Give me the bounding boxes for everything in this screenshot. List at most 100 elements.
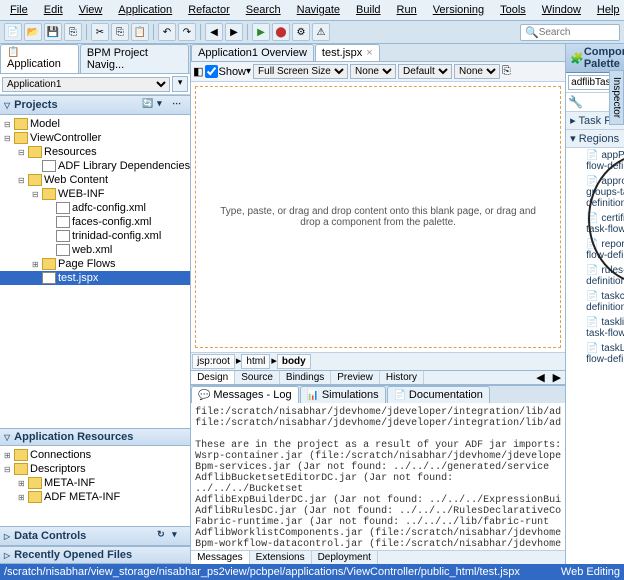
agent-select[interactable]: None xyxy=(454,64,500,79)
tab-bindings[interactable]: Bindings xyxy=(280,371,331,384)
application-selector[interactable]: Application1 xyxy=(2,77,170,92)
tab-bpm-navigator[interactable]: BPM Project Navig... xyxy=(80,44,189,73)
paste-button[interactable]: 📋 xyxy=(131,23,149,41)
menu-edit[interactable]: Edit xyxy=(38,2,69,18)
forward-button[interactable]: ▶ xyxy=(225,23,243,41)
debug-button[interactable]: ⬤ xyxy=(272,23,290,41)
palette-item[interactable]: 📄 appPrefs-task-flow-definition xyxy=(566,148,624,174)
copy-button[interactable]: ⎘ xyxy=(111,23,129,41)
tree-node[interactable]: ⊟Model xyxy=(0,117,190,131)
size-select[interactable]: Full Screen Size xyxy=(253,64,348,79)
app-resources-tree[interactable]: ⊞Connections⊟Descriptors⊞META-INF⊞ADF ME… xyxy=(0,446,190,526)
run-button[interactable]: ▶ xyxy=(252,23,270,41)
menu-window[interactable]: Window xyxy=(536,2,587,18)
logtab-extensions[interactable]: Extensions xyxy=(250,551,312,564)
tree-node[interactable]: ⊟ViewController xyxy=(0,131,190,145)
scroll-right-icon[interactable]: ▶ xyxy=(549,371,565,384)
toggle-button[interactable]: ◧ xyxy=(193,65,203,78)
menu-tools[interactable]: Tools xyxy=(494,2,532,18)
search-input[interactable] xyxy=(539,27,609,38)
tab-messages-log[interactable]: 💬 Messages - Log xyxy=(191,386,299,403)
app-menu-button[interactable]: ▾ xyxy=(172,76,188,92)
options-icon[interactable]: ⋯ xyxy=(172,98,186,112)
menu-application[interactable]: Application xyxy=(112,2,178,18)
scroll-left-icon[interactable]: ◀ xyxy=(532,371,548,384)
redo-button[interactable]: ↷ xyxy=(178,23,196,41)
tab-source[interactable]: Source xyxy=(235,371,280,384)
tree-node[interactable]: trinidad-config.xml xyxy=(0,229,190,243)
tree-node[interactable]: ⊟Descriptors xyxy=(0,462,190,476)
palette-item[interactable]: 📄 taskList-task-flow-definition xyxy=(566,341,624,367)
palette-item[interactable]: 📄 approval-groups-task-flow-definition xyxy=(566,174,624,211)
save-button[interactable]: 💾 xyxy=(44,23,62,41)
logtab-messages[interactable]: Messages xyxy=(191,551,250,564)
logtab-deployment[interactable]: Deployment xyxy=(312,551,378,564)
close-icon[interactable]: × xyxy=(366,47,372,59)
save-all-button[interactable]: ⎘ xyxy=(64,23,82,41)
menu-help[interactable]: Help xyxy=(591,2,624,18)
show-checkbox[interactable]: Show▾ xyxy=(205,65,251,78)
tab-history[interactable]: History xyxy=(380,371,424,384)
locale-select[interactable]: None xyxy=(350,64,396,79)
projects-tree[interactable]: ⊟Model⊟ViewController⊟ResourcesADF Libra… xyxy=(0,115,190,428)
menu-file[interactable]: File xyxy=(4,2,34,18)
tree-node[interactable]: faces-config.xml xyxy=(0,215,190,229)
section-regions[interactable]: ▾ Regions xyxy=(566,130,624,148)
refresh-icon[interactable]: ↻ xyxy=(157,529,171,543)
tree-node[interactable]: ⊟Resources xyxy=(0,145,190,159)
refresh-icon[interactable]: 🔄 xyxy=(142,98,156,112)
open-button[interactable]: 📂 xyxy=(24,23,42,41)
crumb-body[interactable]: body xyxy=(277,354,311,369)
crumb-jsproot[interactable]: jsp:root xyxy=(192,354,235,369)
undo-button[interactable]: ↶ xyxy=(158,23,176,41)
menu-build[interactable]: Build xyxy=(350,2,386,18)
menu-navigate[interactable]: Navigate xyxy=(291,2,346,18)
new-button[interactable]: 📄 xyxy=(4,23,22,41)
tab-test-jspx[interactable]: test.jspx× xyxy=(315,44,380,61)
tree-node[interactable]: ⊟WEB-INF xyxy=(0,187,190,201)
tab-application[interactable]: 📋 Application xyxy=(0,44,79,73)
tab-simulations[interactable]: 📊 Simulations xyxy=(300,386,386,403)
menu-search[interactable]: Search xyxy=(240,2,287,18)
palette-item[interactable]: 📄 rules-task-flow-definition xyxy=(566,263,624,289)
projects-header[interactable]: Projects 🔄 ▾ ⋯ xyxy=(0,95,190,115)
filter-icon[interactable]: ▾ xyxy=(157,98,171,112)
tree-node[interactable]: adfc-config.xml xyxy=(0,201,190,215)
menu-view[interactable]: View xyxy=(73,2,109,18)
tree-node[interactable]: ⊞META-INF xyxy=(0,476,190,490)
tab-app-overview[interactable]: Application1 Overview xyxy=(191,44,314,61)
menu-run[interactable]: Run xyxy=(391,2,423,18)
component-palette-header[interactable]: 🧩 Component Palette ▢▾ xyxy=(566,44,624,73)
build-button[interactable]: ⚙ xyxy=(292,23,310,41)
tree-node[interactable]: ADF Library Dependencies xyxy=(0,159,190,173)
inspector-tab[interactable]: Inspector xyxy=(609,70,624,125)
back-button[interactable]: ◀ xyxy=(205,23,223,41)
app-resources-header[interactable]: Application Resources xyxy=(0,428,190,446)
global-search[interactable]: 🔍 xyxy=(520,24,620,41)
log-output[interactable]: file:/scratch/nisabhar/jdevhome/jdevelop… xyxy=(191,403,565,550)
tree-node[interactable]: test.jspx xyxy=(0,271,190,285)
palette-category-icon[interactable]: 🔧 xyxy=(568,95,583,109)
recent-files-header[interactable]: Recently Opened Files xyxy=(0,546,190,564)
palette-item[interactable]: 📄 reports-task-flow-definition xyxy=(566,237,624,263)
menu-versioning[interactable]: Versioning xyxy=(427,2,490,18)
tree-node[interactable]: ⊞Connections xyxy=(0,448,190,462)
tree-node[interactable]: ⊟Web Content xyxy=(0,173,190,187)
tab-preview[interactable]: Preview xyxy=(331,371,380,384)
palette-item[interactable]: 📄 taskconfig-flow-definition xyxy=(566,289,624,315)
data-controls-header[interactable]: Data Controls ↻▾ xyxy=(0,526,190,546)
menu-refactor[interactable]: Refactor xyxy=(182,2,236,18)
design-canvas[interactable]: Type, paste, or drag and drop content on… xyxy=(195,86,561,348)
palette-item[interactable]: 📄 tasklist-reports-task-flow-definition xyxy=(566,315,624,341)
tree-node[interactable]: ⊞ADF META-INF xyxy=(0,490,190,504)
tree-node[interactable]: ⊞Page Flows xyxy=(0,257,190,271)
filter-icon[interactable]: ▾ xyxy=(172,529,186,543)
cut-button[interactable]: ✂ xyxy=(91,23,109,41)
style-select[interactable]: Default xyxy=(398,64,452,79)
toolbar-extra[interactable]: ⎘ xyxy=(502,65,511,78)
crumb-html[interactable]: html xyxy=(241,354,270,369)
tab-design[interactable]: Design xyxy=(191,371,235,384)
tree-node[interactable]: web.xml xyxy=(0,243,190,257)
palette-item[interactable]: 📄 certificates-task-flow-definition xyxy=(566,211,624,237)
tab-documentation[interactable]: 📄 Documentation xyxy=(387,386,490,403)
